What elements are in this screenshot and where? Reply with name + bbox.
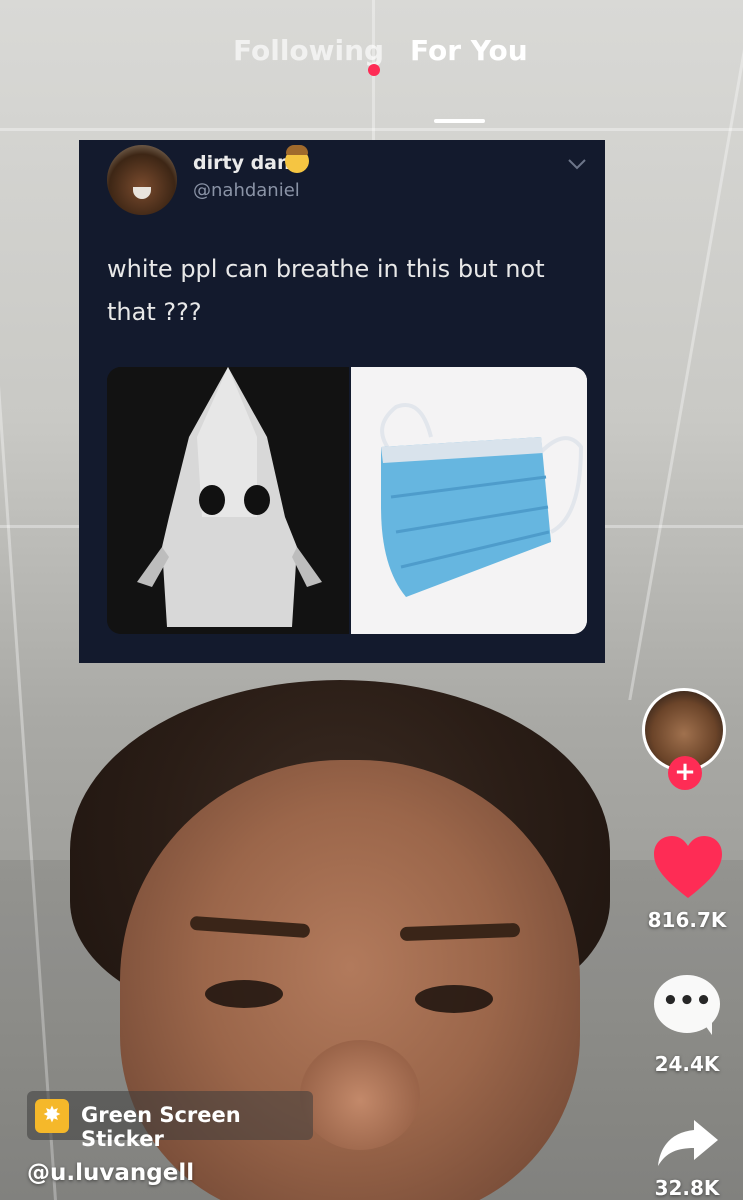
sticker-label: Green Screen Sticker: [81, 1103, 241, 1151]
feed-tabs: Following For You: [0, 34, 743, 123]
tweet-image-surgical-mask: [351, 367, 587, 634]
tab-following[interactable]: Following: [233, 34, 384, 67]
follow-plus-button[interactable]: +: [668, 756, 702, 790]
tab-for-you[interactable]: For You: [410, 34, 528, 67]
tweet-image-hood: [107, 367, 349, 634]
like-count: 816.7K: [647, 908, 727, 932]
green-screen-sticker-tag[interactable]: ✸ Green Screen Sticker: [27, 1091, 313, 1151]
comment-icon[interactable]: •••: [654, 975, 720, 1035]
tweet-avatar: [107, 145, 177, 215]
sparkle-icon: ✸: [35, 1099, 69, 1133]
author-username[interactable]: @u.luvangell: [27, 1160, 194, 1186]
chevron-down-icon: [567, 154, 587, 175]
heart-icon[interactable]: [652, 834, 724, 900]
cowboy-emoji-icon: [285, 145, 309, 173]
right-eye: [415, 985, 493, 1013]
notification-dot: [368, 64, 380, 76]
tweet-handle: @nahdaniel: [193, 180, 300, 201]
active-tab-indicator: [434, 119, 485, 123]
share-count: 32.8K: [654, 1176, 720, 1200]
person-nose: [300, 1040, 420, 1150]
tweet-screenshot-card: dirty dan @nahdaniel white ppl can breat…: [79, 140, 605, 663]
left-eye: [205, 980, 283, 1008]
comment-count: 24.4K: [654, 1052, 720, 1076]
share-arrow-icon[interactable]: [656, 1118, 720, 1168]
tweet-display-name: dirty dan: [193, 152, 291, 174]
tweet-text: white ppl can breathe in this but not th…: [107, 255, 545, 326]
